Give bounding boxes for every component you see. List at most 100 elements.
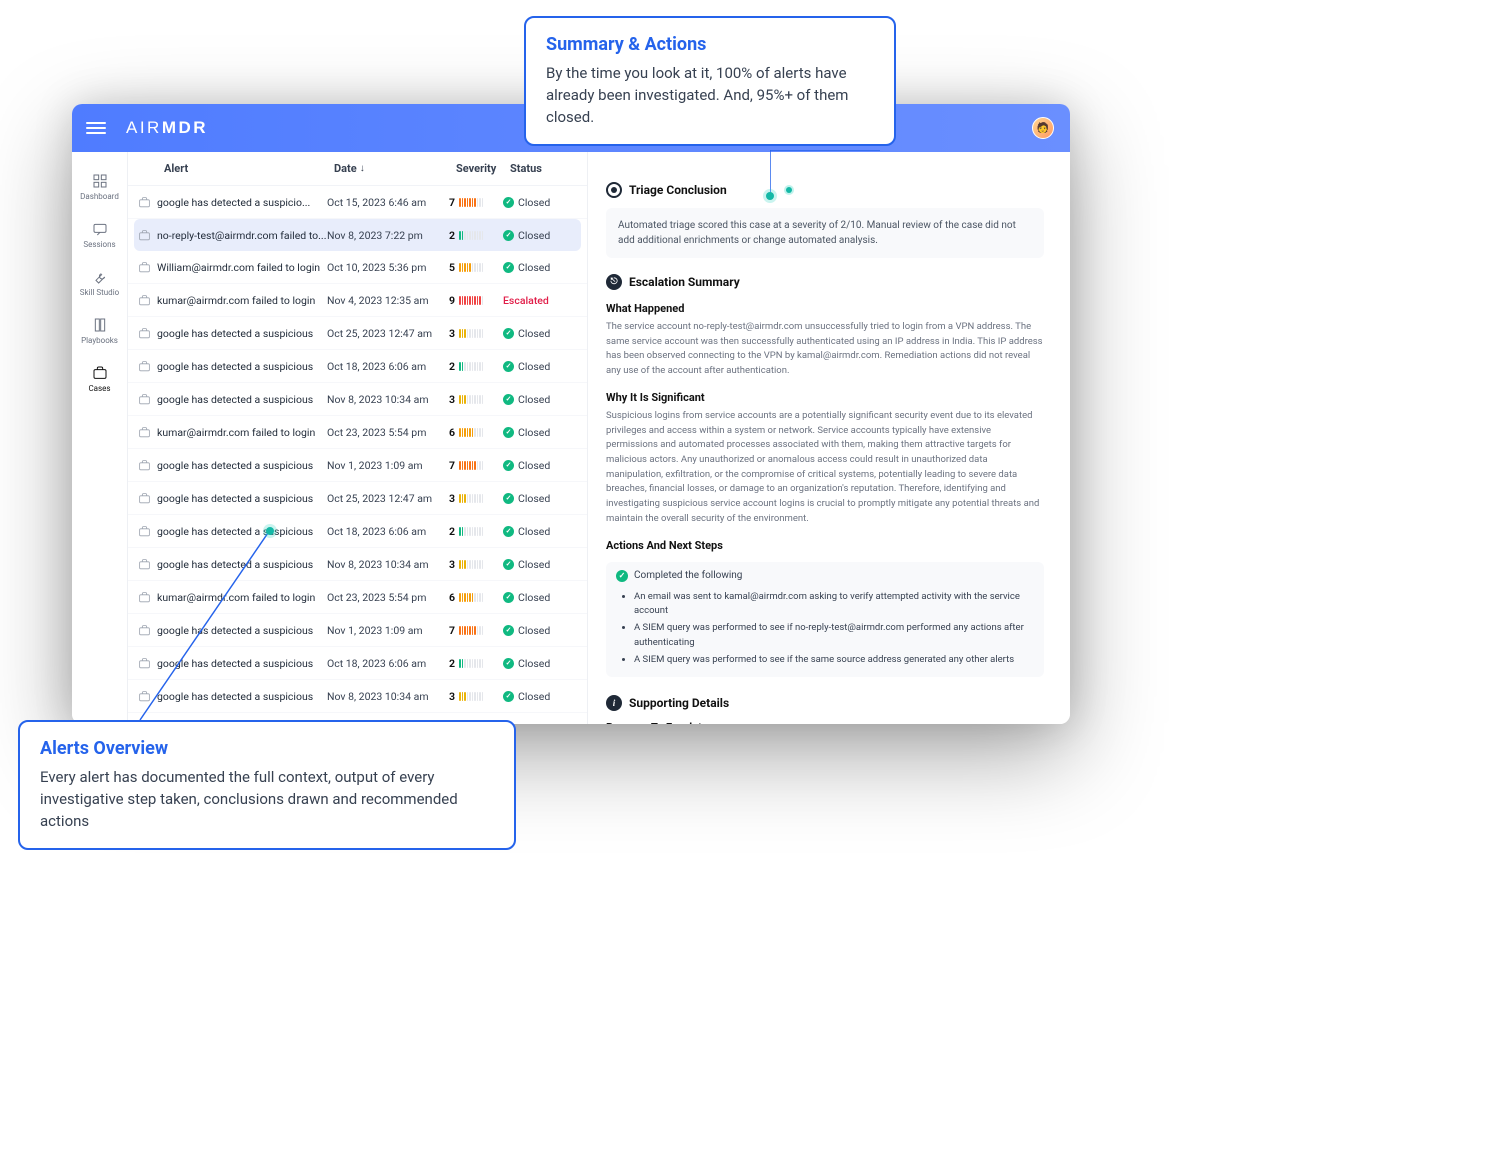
supporting-details-title: Supporting Details xyxy=(629,696,729,710)
connector-dot-bottom xyxy=(263,524,277,538)
alert-title: google has detected a suspicious xyxy=(157,327,327,340)
menu-icon[interactable] xyxy=(86,118,106,138)
alert-severity: 3 xyxy=(449,690,503,703)
alert-title: google has detected a suspicious xyxy=(157,657,327,670)
sidebar-item-dashboard[interactable]: Dashboard xyxy=(72,162,127,210)
avatar[interactable]: 🧑 xyxy=(1032,117,1054,139)
case-icon xyxy=(138,422,151,442)
alert-severity: 3 xyxy=(449,393,503,406)
sidebar-item-label: Sessions xyxy=(83,240,115,249)
callout-summary-actions: Summary & Actions By the time you look a… xyxy=(524,16,896,146)
alert-severity: 7 xyxy=(449,196,503,209)
target-icon xyxy=(606,182,622,198)
case-icon xyxy=(138,686,151,706)
completed-item: An email was sent to kamal@airmdr.com as… xyxy=(634,590,1034,619)
alert-date: Nov 8, 2023 10:34 am xyxy=(327,558,449,571)
alert-severity: 2 xyxy=(449,360,503,373)
triage-conclusion-body: Automated triage scored this case at a s… xyxy=(606,208,1044,258)
alert-row[interactable]: kumar@airmdr.com failed to login Oct 23,… xyxy=(128,581,587,614)
case-icon xyxy=(138,389,151,409)
alert-row[interactable]: google has detected a suspicious Nov 8, … xyxy=(128,680,587,713)
alert-row[interactable]: google has detected a suspicious Nov 8, … xyxy=(128,548,587,581)
alert-title: William@airmdr.com failed to login xyxy=(157,261,327,274)
alert-severity: 2 xyxy=(449,657,503,670)
actions-next-steps-title: Actions And Next Steps xyxy=(606,539,1044,552)
alert-title: google has detected a suspicio... xyxy=(157,196,327,209)
alert-row[interactable]: google has detected a suspicious Oct 18,… xyxy=(128,515,587,548)
completed-list: An email was sent to kamal@airmdr.com as… xyxy=(616,590,1034,668)
check-icon: ✓ xyxy=(616,570,628,582)
alert-date: Nov 8, 2023 10:34 am xyxy=(327,393,449,406)
sidebar-item-label: Dashboard xyxy=(80,192,119,201)
col-alert-header[interactable]: Alert xyxy=(164,162,334,175)
alerts-panel: Alert Date↓ Severity Status google has d… xyxy=(128,152,588,724)
sidebar-item-label: Cases xyxy=(88,384,110,393)
alert-status: ✓Closed xyxy=(503,525,573,538)
alert-row[interactable]: google has detected a suspicious Oct 18,… xyxy=(128,647,587,680)
case-icon xyxy=(138,257,151,277)
alert-severity: 2 xyxy=(449,229,503,242)
app-window: AIRMDR 🧑 DashboardSessionsSkill StudioPl… xyxy=(72,104,1070,724)
alert-status: ✓Closed xyxy=(503,459,573,472)
alert-date: Oct 10, 2023 5:36 pm xyxy=(327,261,449,274)
alert-row[interactable]: google has detected a suspicio... Oct 15… xyxy=(128,186,587,219)
alert-row[interactable]: google has detected a suspicious Oct 25,… xyxy=(128,482,587,515)
pulse-indicator xyxy=(784,185,794,195)
alert-severity: 5 xyxy=(449,261,503,274)
alert-row[interactable]: google has detected a suspicious Nov 8, … xyxy=(128,383,587,416)
case-icon xyxy=(138,290,151,310)
alert-date: Nov 1, 2023 1:09 am xyxy=(327,624,449,637)
alert-severity: 3 xyxy=(449,558,503,571)
alert-status: ✓Closed xyxy=(503,261,573,274)
case-icon xyxy=(138,356,151,376)
case-icon xyxy=(138,225,151,245)
alert-row[interactable]: no-reply-test@airmdr.com failed to... No… xyxy=(134,219,581,251)
sidebar: Dashboard Sessions Skill StudioPlaybooks Ca… xyxy=(72,152,128,724)
col-severity-header[interactable]: Severity xyxy=(456,162,510,175)
alert-title: kumar@airmdr.com failed to login xyxy=(157,591,327,604)
alert-date: Oct 23, 2023 5:54 pm xyxy=(327,426,449,439)
sidebar-item-sessions[interactable]: Sessions xyxy=(72,210,127,258)
alert-row[interactable]: google has detected a suspicious Nov 1, … xyxy=(128,614,587,647)
sidebar-item-playbooks[interactable]: Playbooks xyxy=(72,306,127,354)
check-icon: ✓ xyxy=(503,230,514,241)
col-date-header[interactable]: Date↓ xyxy=(334,162,456,175)
alert-row[interactable]: google has detected a suspicious Oct 18,… xyxy=(128,350,587,383)
alert-title: google has detected a suspicious xyxy=(157,558,327,571)
alert-date: Nov 8, 2023 7:22 pm xyxy=(327,229,449,242)
alert-row[interactable]: google has detected a suspicious Oct 25,… xyxy=(128,317,587,350)
sort-desc-icon: ↓ xyxy=(360,163,365,174)
escalation-icon: ⎋ xyxy=(606,274,622,290)
case-icon xyxy=(138,521,151,541)
info-icon xyxy=(606,695,622,711)
alert-status: ✓Closed xyxy=(503,393,573,406)
alert-severity: 6 xyxy=(449,591,503,604)
alert-status: ✓Closed xyxy=(503,196,573,209)
alert-row[interactable]: William@airmdr.com failed to login Oct 1… xyxy=(128,251,587,284)
case-icon xyxy=(138,554,151,574)
check-icon: ✓ xyxy=(503,394,514,405)
sidebar-item-skill-studio[interactable]: Skill Studio xyxy=(72,258,127,306)
alert-title: google has detected a suspicious xyxy=(157,393,327,406)
alert-status: ✓Closed xyxy=(503,657,573,670)
alert-severity: 3 xyxy=(449,327,503,340)
alert-severity: 9 xyxy=(449,294,503,307)
alert-date: Oct 25, 2023 12:47 am xyxy=(327,327,449,340)
case-icon xyxy=(138,192,151,212)
alert-title: google has detected a suspicious xyxy=(157,525,327,538)
alert-date: Oct 18, 2023 6:06 am xyxy=(327,657,449,670)
alert-row[interactable]: kumar@airmdr.com failed to login Oct 23,… xyxy=(128,416,587,449)
check-icon: ✓ xyxy=(503,328,514,339)
sidebar-item-cases[interactable]: Cases xyxy=(72,354,127,402)
alert-row[interactable]: kumar@airmdr.com failed to login Nov 4, … xyxy=(128,284,587,317)
alert-severity: 6 xyxy=(449,426,503,439)
check-icon: ✓ xyxy=(503,691,514,702)
connector-dot-top xyxy=(763,189,777,203)
col-status-header[interactable]: Status xyxy=(510,162,570,175)
chat-icon xyxy=(91,220,109,238)
detail-panel: Triage Conclusion Automated triage score… xyxy=(588,152,1070,724)
alert-status: ✓Closed xyxy=(503,492,573,505)
alert-row[interactable]: google has detected a suspicious Nov 1, … xyxy=(128,449,587,482)
alert-title: kumar@airmdr.com failed to login xyxy=(157,294,327,307)
alert-severity: 7 xyxy=(449,624,503,637)
